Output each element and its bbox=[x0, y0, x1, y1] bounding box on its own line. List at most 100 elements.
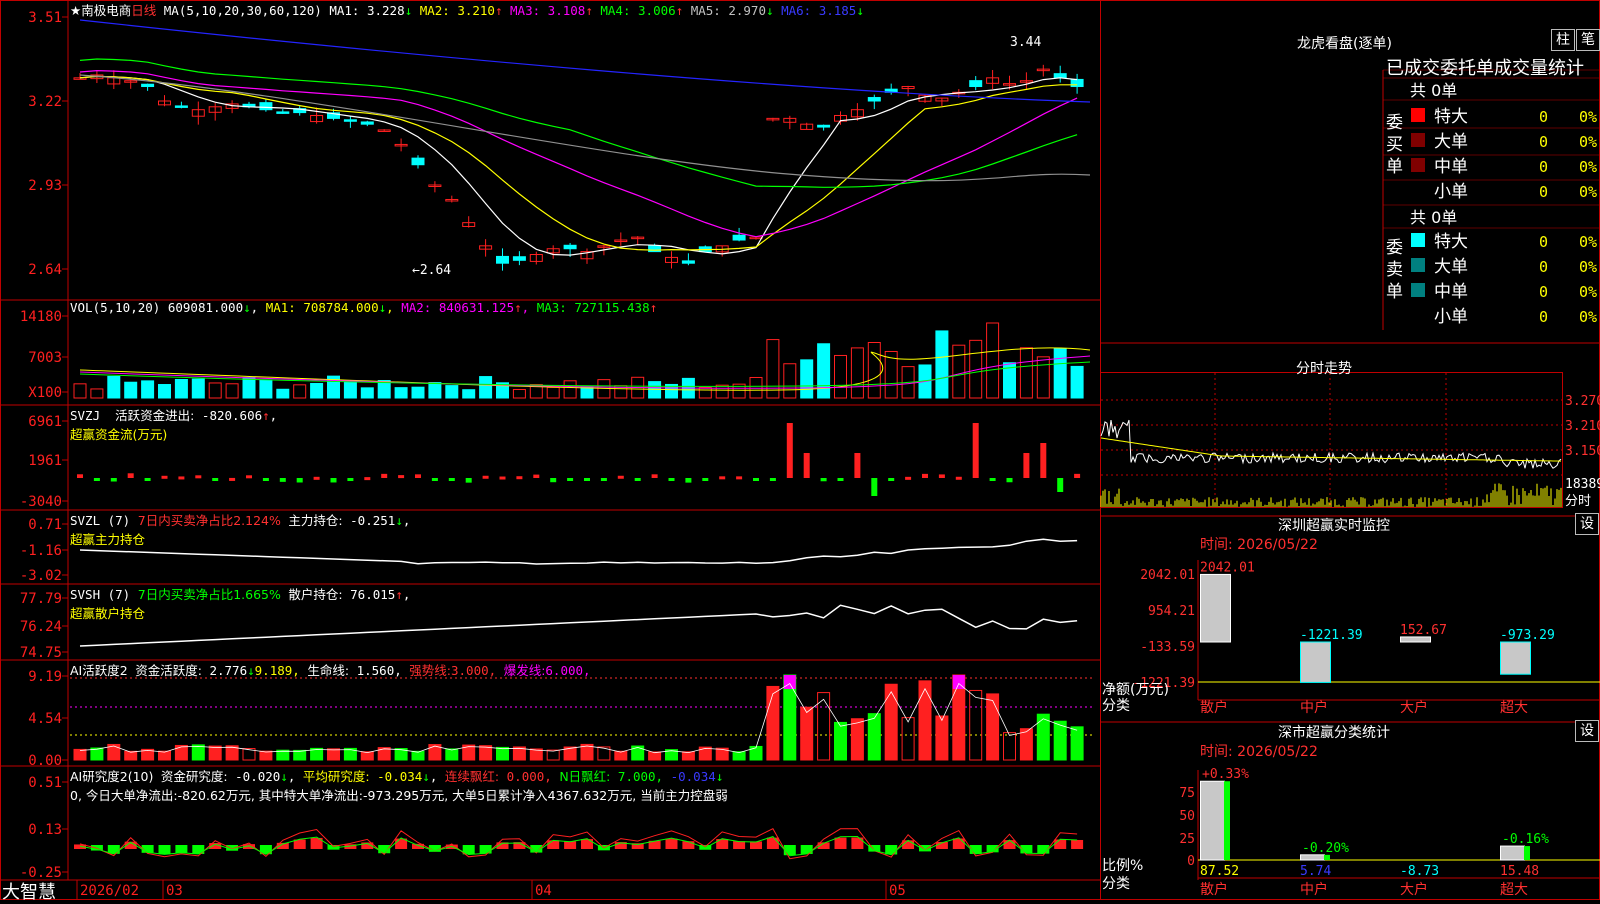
vol-value: 609081.000 bbox=[168, 300, 243, 315]
sz-monitor-value: -973.29 bbox=[1500, 628, 1555, 643]
volume-bar bbox=[108, 376, 120, 398]
kline-chart[interactable]: 3.44 ←2.64 bbox=[74, 20, 1090, 278]
sz-class-settings-button[interactable]: 设 bbox=[1575, 720, 1599, 742]
activity-bar bbox=[260, 751, 272, 760]
activity-bar bbox=[1054, 721, 1066, 760]
svzj-bar bbox=[94, 478, 100, 481]
buy-row-pct: 0% bbox=[1579, 133, 1597, 151]
volume-bar bbox=[294, 385, 306, 398]
activity-bar bbox=[987, 694, 999, 760]
vol-ma1: MA1: 708784.000↓, bbox=[266, 300, 394, 315]
brand-logo: 大智慧 bbox=[2, 878, 56, 904]
kline-tick: 2.93 bbox=[28, 178, 62, 194]
activity-bar bbox=[750, 746, 762, 760]
vol-tick: X100 bbox=[28, 385, 62, 401]
candle-body bbox=[1071, 79, 1083, 86]
high-note: 3.44 bbox=[1010, 35, 1041, 50]
kline-tick: 2.64 bbox=[28, 262, 62, 278]
volume-header: VOL(5,10,20) 609081.000↓, MA1: 708784.00… bbox=[70, 300, 657, 315]
buy-swatch bbox=[1411, 183, 1425, 197]
frame-0 bbox=[1, 1, 1600, 900]
intraday-box bbox=[1101, 373, 1563, 508]
low-note: ←2.64 bbox=[412, 263, 451, 278]
svzj-bar bbox=[854, 453, 860, 478]
volume-bar bbox=[192, 379, 204, 398]
sz-monitor-cat: 中户 bbox=[1300, 699, 1328, 716]
ai-activity-chart[interactable] bbox=[70, 675, 1095, 760]
research-bar bbox=[581, 839, 593, 849]
sell-row-pct: 0% bbox=[1579, 308, 1597, 326]
svzj-bar bbox=[432, 478, 438, 481]
activity-bar bbox=[682, 752, 694, 760]
intraday-chart[interactable]: 3.2703.2103.15018389分时 bbox=[1101, 373, 1600, 510]
volume-bar bbox=[395, 388, 407, 398]
buy-side-label: 单 bbox=[1386, 157, 1403, 177]
sz-monitor-chart[interactable]: 时间: 2026/05/222042.01954.21-133.59-1221.… bbox=[1102, 537, 1600, 716]
svzj-bar bbox=[635, 478, 641, 481]
research-bar bbox=[1071, 840, 1083, 849]
svzj-sub: 超赢资金流(万元) bbox=[70, 427, 167, 442]
ai-research-chart[interactable] bbox=[74, 829, 1083, 859]
volume-bar bbox=[1071, 366, 1083, 398]
activity-bar bbox=[885, 684, 897, 760]
svzj-bar bbox=[398, 475, 404, 478]
ma1-line bbox=[80, 76, 1077, 255]
sell-row-pct: 0% bbox=[1579, 258, 1597, 276]
sz-class-chart[interactable]: 时间: 2026/05/227550250比例%分类+0.33%87.52散户-… bbox=[1102, 744, 1600, 898]
research-line-red bbox=[80, 829, 1077, 859]
buy-side-label: 买 bbox=[1386, 135, 1403, 155]
svsh-tick: 74.75 bbox=[20, 645, 62, 661]
volume-bar bbox=[378, 381, 390, 398]
sz-monitor-cat: 散户 bbox=[1200, 699, 1228, 716]
candle-body bbox=[344, 120, 356, 122]
sell-row-count: 0 bbox=[1539, 308, 1548, 326]
svzj-bar bbox=[804, 453, 810, 478]
sz-class-unit2: 分类 bbox=[1102, 876, 1130, 892]
ma3-label: MA3: 3.108↑ bbox=[510, 3, 593, 18]
svzj-bar bbox=[314, 477, 320, 480]
svzj-bar bbox=[618, 476, 624, 479]
volume-chart[interactable] bbox=[74, 323, 1090, 398]
volume-bar bbox=[463, 390, 475, 398]
ma2-label: MA2: 3.210↑ bbox=[420, 3, 503, 18]
intraday-tick: 3.210 bbox=[1565, 419, 1600, 434]
period-label[interactable]: 日线 bbox=[131, 3, 156, 18]
sz-class-value: 87.52 bbox=[1200, 864, 1239, 879]
svzj-bar bbox=[246, 475, 252, 478]
svzj-bar bbox=[550, 478, 556, 482]
tick-mode-button[interactable]: 笔 bbox=[1576, 29, 1600, 51]
panel-frames: 3.513.222.932.64141807003X10069611961-30… bbox=[0, 0, 1600, 900]
sz-class-cat: 散户 bbox=[1200, 881, 1228, 898]
air-tick: 0.51 bbox=[28, 775, 62, 791]
vol-params: VOL(5,10,20) bbox=[70, 300, 160, 315]
ma4-line bbox=[80, 59, 1077, 187]
candle-body bbox=[818, 125, 830, 127]
sz-monitor-settings-button[interactable]: 设 bbox=[1575, 513, 1599, 535]
vol-ma3: MA3: 727115.438↑ bbox=[537, 300, 657, 315]
buy-row-name: 中单 bbox=[1434, 157, 1468, 177]
bar-mode-button[interactable]: 柱 bbox=[1551, 29, 1575, 51]
svzj-bar bbox=[669, 478, 675, 481]
sz-monitor-value: 2042.01 bbox=[1200, 560, 1255, 575]
stock-name[interactable]: ★南极电商 bbox=[70, 3, 131, 18]
research-bar bbox=[750, 841, 762, 849]
vol-tick: 7003 bbox=[28, 350, 62, 366]
buy-row-name: 特大 bbox=[1434, 107, 1468, 127]
volume-bar bbox=[1054, 348, 1066, 398]
svzj-bar bbox=[77, 474, 83, 478]
candle-body bbox=[682, 261, 694, 263]
activity-bar bbox=[412, 751, 424, 760]
svzj-header: SVZJ 活跃资金进出: -820.606↑, 超赢资金流(万元) bbox=[70, 405, 277, 443]
sz-class-bar bbox=[1501, 846, 1525, 860]
activity-bar bbox=[615, 751, 627, 760]
volume-bar bbox=[175, 379, 187, 398]
volume-bar bbox=[547, 387, 559, 398]
svzl-header: SVZL (7) 7日内买卖净占比2.124% 主力持仓: -0.251↓, 超… bbox=[70, 510, 410, 548]
sz-monitor-value: 152.67 bbox=[1400, 623, 1447, 638]
buy-row-count: 0 bbox=[1539, 183, 1548, 201]
volume-bar bbox=[953, 345, 965, 398]
ai2-tick: 4.54 bbox=[28, 711, 62, 727]
research-bar bbox=[851, 838, 863, 849]
candle-body bbox=[277, 112, 289, 114]
date-label: 03 bbox=[166, 883, 183, 899]
